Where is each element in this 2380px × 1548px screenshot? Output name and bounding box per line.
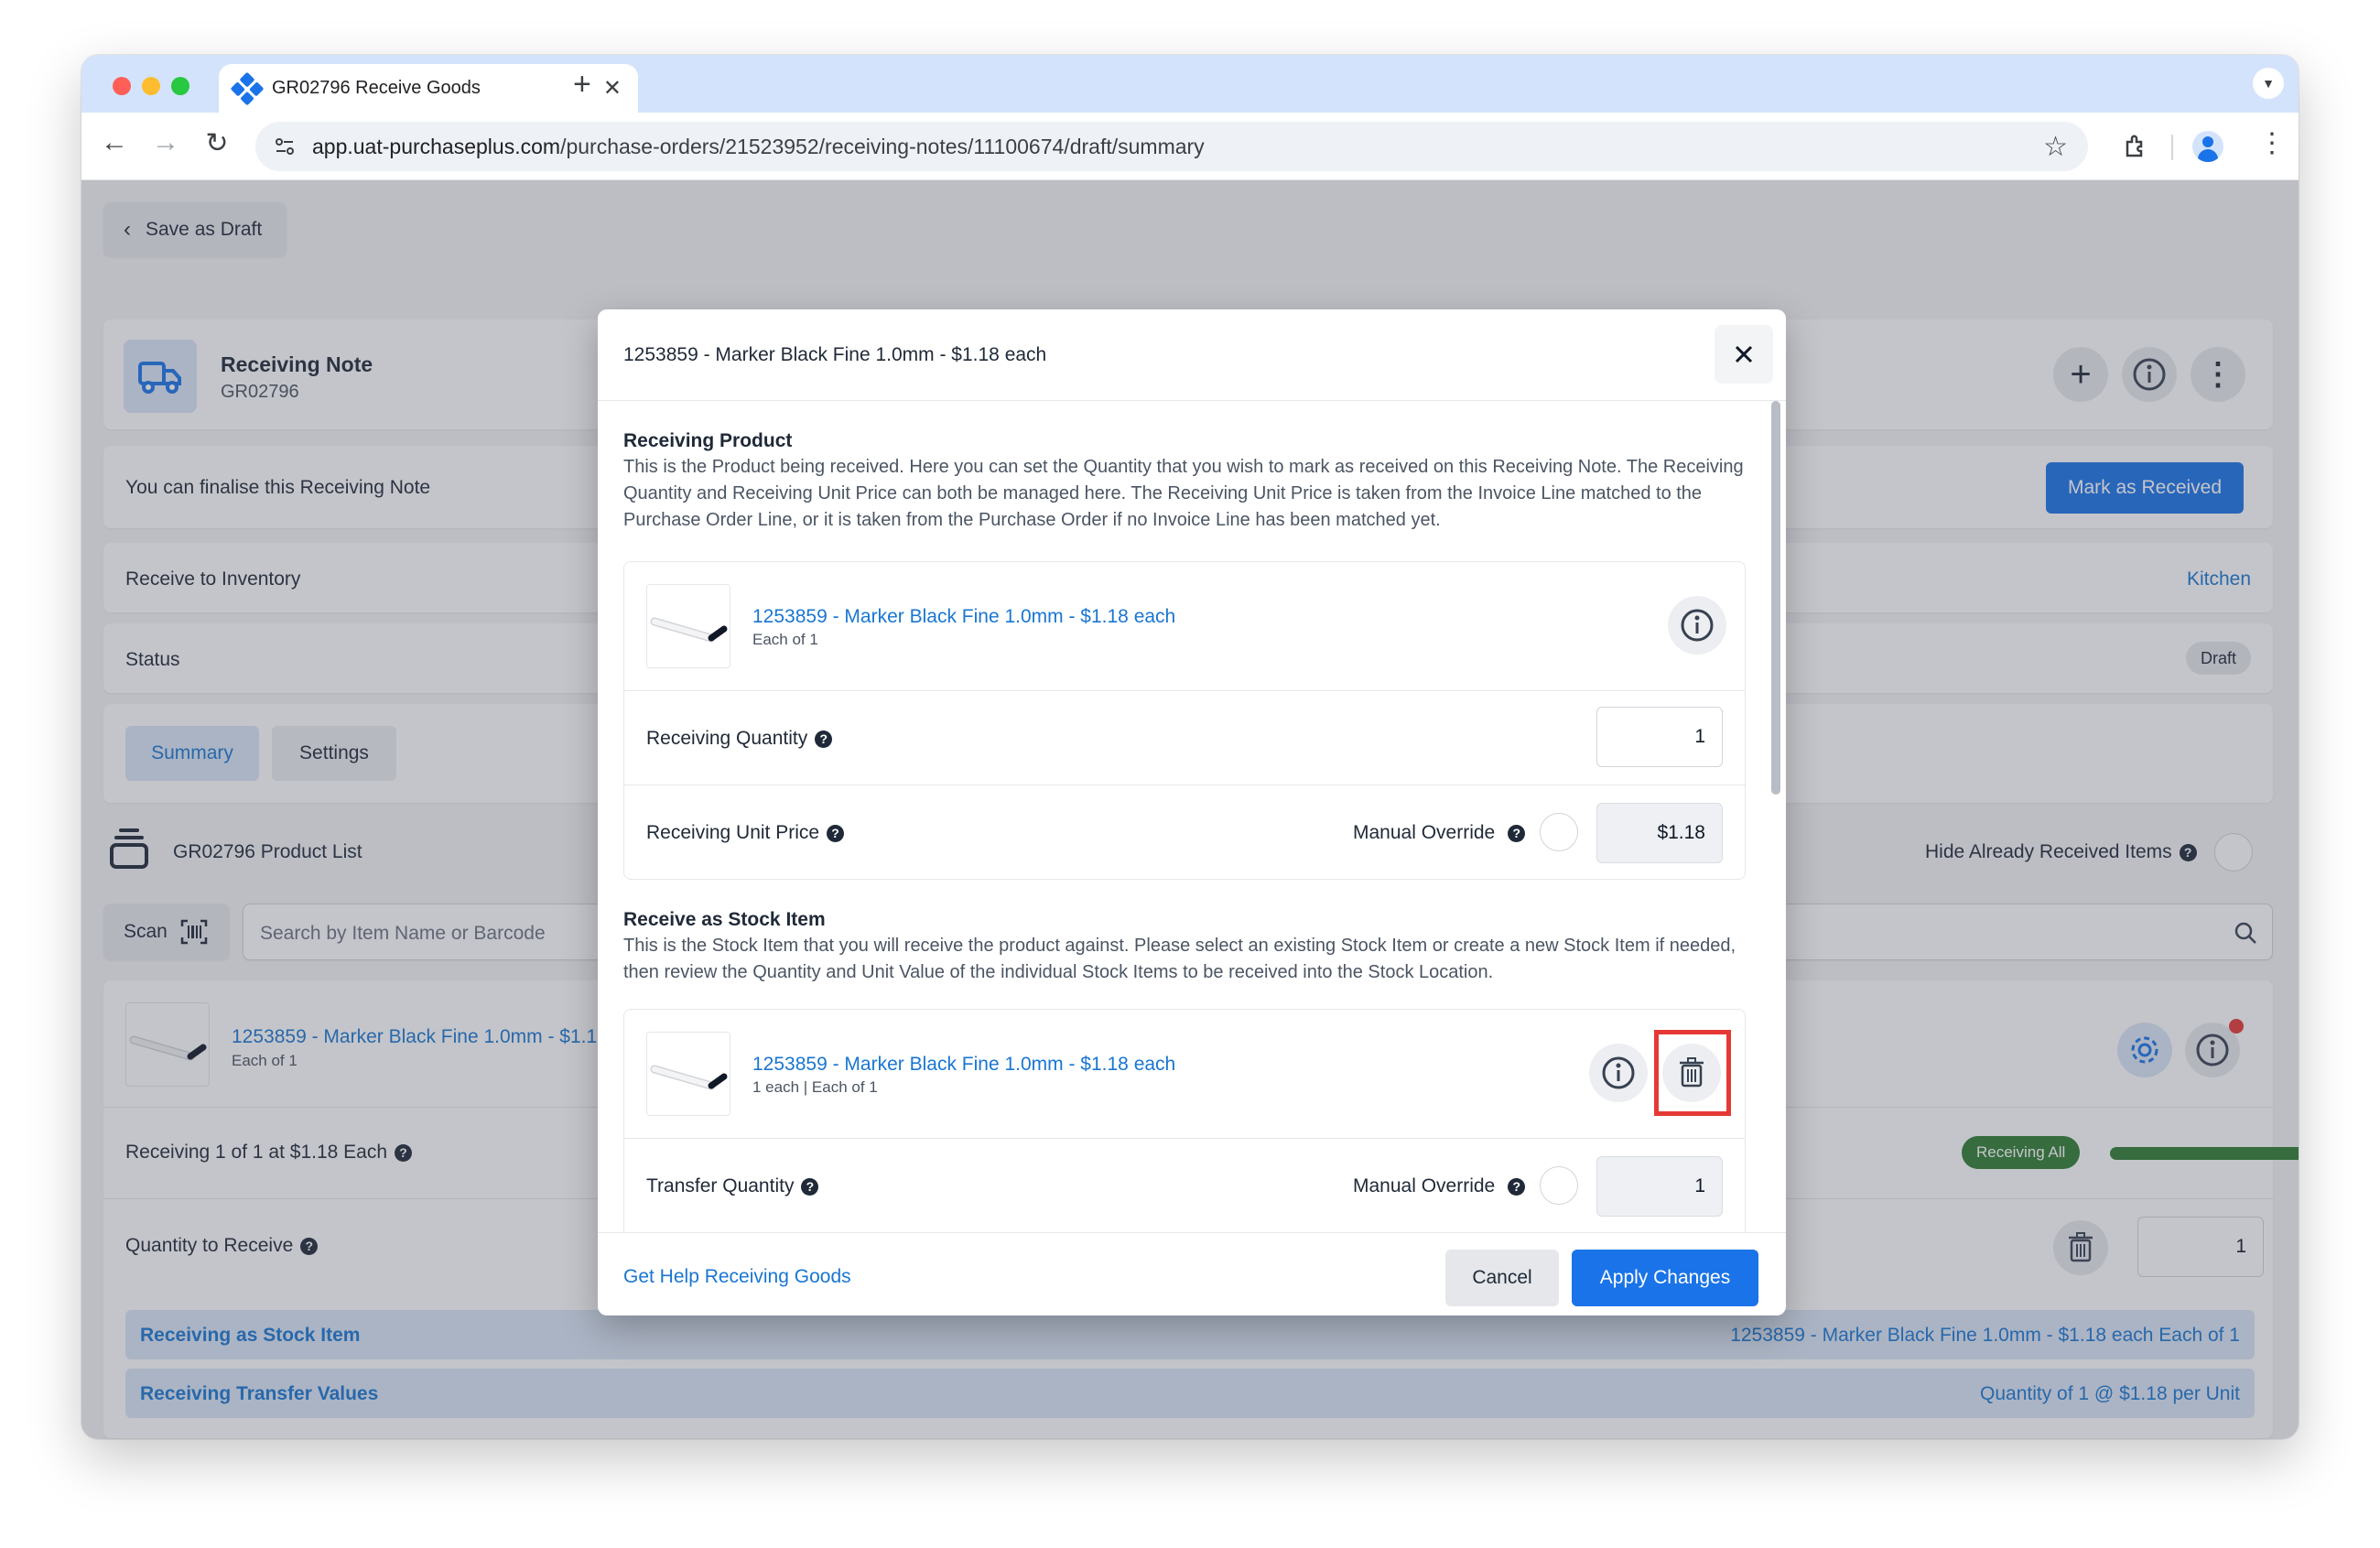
back-arrow-icon[interactable]: ← (96, 127, 133, 158)
receiving-product-description: This is the Product being received. Here… (623, 457, 1744, 530)
tab-search-chevron-icon[interactable]: ▼ (2253, 68, 2284, 99)
transfer-quantity-input: 1 (1596, 1156, 1723, 1217)
receiving-unit-price-label: Receiving Unit Price? (646, 822, 845, 844)
receiving-unit-price-input: $1.18 (1596, 803, 1723, 863)
receiving-quantity-label: Receiving Quantity? (646, 728, 833, 750)
help-icon: ? (801, 1177, 819, 1196)
manual-override-label: Manual Override? (1353, 1175, 1526, 1197)
receiving-unit-price-row: Receiving Unit Price? Manual Override? $… (624, 785, 1745, 879)
apply-changes-button[interactable]: Apply Changes (1572, 1250, 1758, 1306)
close-icon (1735, 345, 1753, 363)
tab-bar: GR02796 Receive Goods ✕ + ▼ (81, 55, 2299, 113)
marker-product-image (646, 584, 730, 668)
tab-close-icon[interactable]: ✕ (603, 75, 622, 102)
toolbar-divider (2171, 135, 2173, 160)
help-receiving-goods-link[interactable]: Get Help Receiving Goods (623, 1266, 851, 1288)
receiving-product-box: 1253859 - Marker Black Fine 1.0mm - $1.1… (623, 561, 1746, 880)
marker-product-image (646, 1032, 730, 1116)
browser-toolbar: ← → ↻ app.uat-purchaseplus.com/purchase-… (81, 113, 2299, 180)
stock-item-name-link[interactable]: 1253859 - Marker Black Fine 1.0mm - $1.1… (752, 1054, 1175, 1076)
stock-item-info-icon[interactable] (1589, 1044, 1648, 1102)
cancel-button[interactable]: Cancel (1445, 1250, 1559, 1306)
maximize-window-button[interactable] (171, 77, 189, 95)
help-icon: ? (815, 730, 833, 748)
forward-arrow-icon[interactable]: → (147, 127, 184, 158)
minimize-window-button[interactable] (142, 77, 160, 95)
transfer-quantity-label: Transfer Quantity? (646, 1175, 819, 1197)
modal-footer: Get Help Receiving Goods Cancel Apply Ch… (598, 1232, 1786, 1315)
highlight-box (1654, 1030, 1731, 1116)
stock-item-heading: Receive as Stock Item (623, 909, 826, 930)
site-settings-icon[interactable] (274, 135, 296, 157)
product-name-link[interactable]: 1253859 - Marker Black Fine 1.0mm - $1.1… (752, 606, 1175, 628)
product-info-icon[interactable] (1668, 596, 1726, 655)
url-text: app.uat-purchaseplus.com/purchase-orders… (312, 134, 1205, 158)
close-window-button[interactable] (113, 77, 131, 95)
modal-scrollbar[interactable] (1771, 401, 1780, 795)
bookmark-star-icon[interactable]: ☆ (2043, 131, 2068, 163)
quantity-override-toggle[interactable] (1540, 1166, 1578, 1205)
receiving-quantity-input[interactable]: 1 (1596, 707, 1723, 767)
browser-menu-icon[interactable]: ⋮ (2258, 127, 2286, 159)
receiving-product-modal: 1253859 - Marker Black Fine 1.0mm - $1.1… (598, 309, 1786, 1315)
address-bar[interactable]: app.uat-purchaseplus.com/purchase-orders… (255, 122, 2088, 171)
stock-item-box: 1253859 - Marker Black Fine 1.0mm - $1.1… (623, 1009, 1746, 1232)
modal-header: 1253859 - Marker Black Fine 1.0mm - $1.1… (598, 309, 1786, 401)
profile-avatar-icon[interactable] (2192, 131, 2223, 162)
modal-title: 1253859 - Marker Black Fine 1.0mm - $1.1… (623, 344, 1047, 365)
tab-title: GR02796 Receive Goods (272, 78, 481, 98)
stock-item-unit: 1 each | Each of 1 (752, 1078, 878, 1096)
receiving-product-heading: Receiving Product (623, 430, 793, 451)
transfer-quantity-row: Transfer Quantity? Manual Override? 1 (624, 1138, 1745, 1232)
price-override-toggle[interactable] (1540, 813, 1578, 851)
product-unit: Each of 1 (752, 631, 818, 648)
help-icon: ? (827, 824, 845, 842)
receiving-quantity-row: Receiving Quantity? 1 (624, 690, 1745, 785)
manual-override-label: Manual Override? (1353, 822, 1526, 844)
modal-close-button[interactable] (1715, 325, 1773, 384)
stock-item-description: This is the Stock Item that you will rec… (623, 936, 1736, 982)
extensions-icon[interactable] (2123, 133, 2150, 160)
new-tab-button[interactable]: + (573, 67, 591, 103)
reload-icon[interactable]: ↻ (199, 127, 235, 159)
modal-body: Receiving Product This is the Product be… (598, 401, 1786, 1232)
app-favicon-icon (230, 71, 265, 105)
